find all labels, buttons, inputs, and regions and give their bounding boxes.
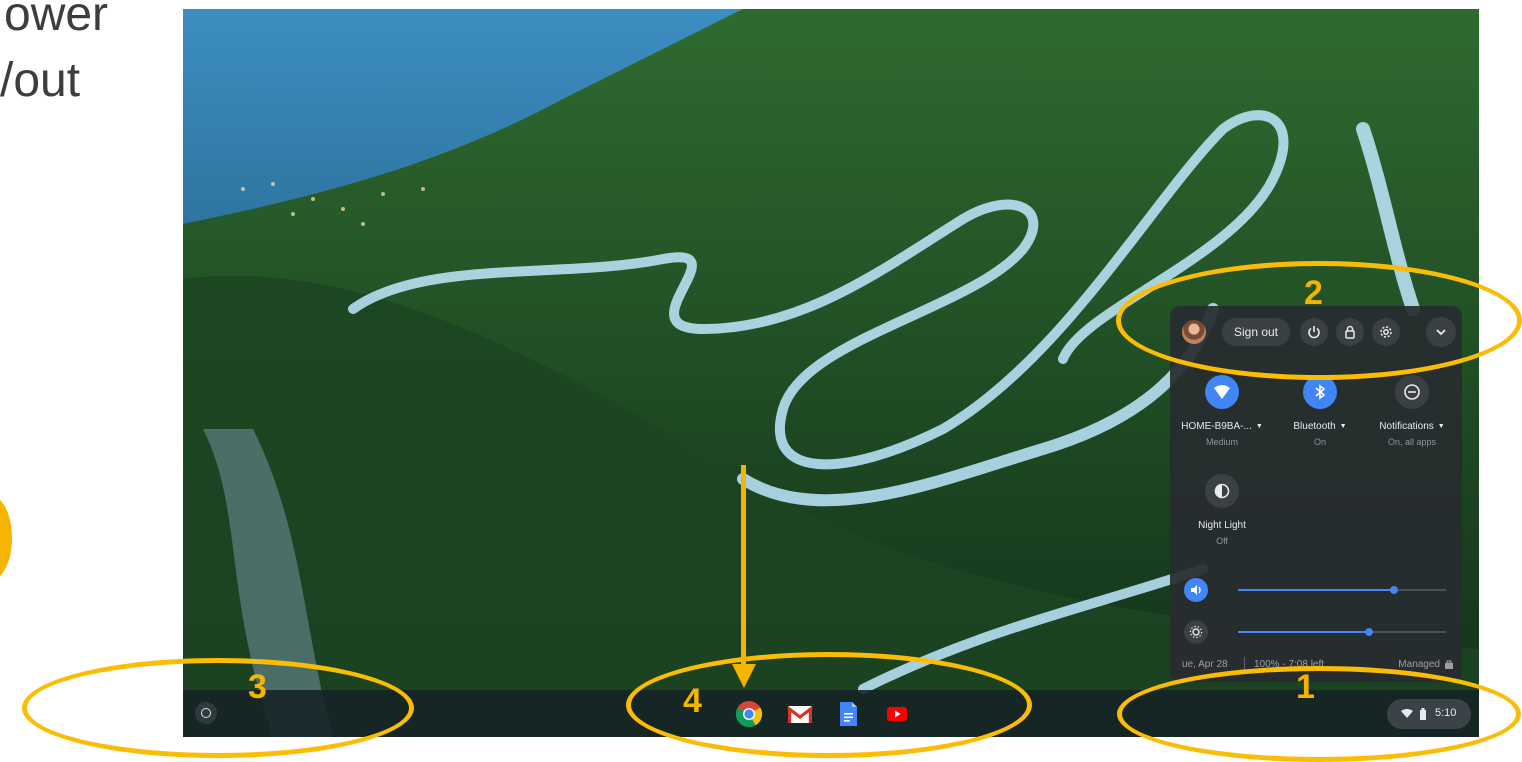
volume-button[interactable] (1184, 578, 1208, 602)
volume-slider[interactable] (1238, 586, 1446, 594)
annotation-ellipse-3 (22, 658, 414, 758)
managed-label: Managed (1398, 659, 1440, 670)
brightness-icon (1189, 625, 1203, 639)
night-light-icon (1214, 483, 1230, 499)
night-light-tile-button[interactable] (1205, 474, 1239, 508)
wifi-label: HOME-B9BA-... ▼ (1181, 421, 1263, 432)
volume-slider-thumb[interactable] (1390, 586, 1398, 594)
annotation-arrow-head (732, 664, 756, 688)
notifications-label: Notifications ▼ (1379, 421, 1445, 432)
brightness-slider[interactable] (1238, 628, 1446, 636)
volume-slider-row (1184, 578, 1450, 602)
volume-slider-fill (1238, 589, 1394, 591)
slide-text: ower /out (0, 0, 182, 114)
night-light-sublabel: Off (1216, 536, 1228, 546)
slide-badge (0, 496, 12, 580)
wifi-sublabel: Medium (1205, 437, 1238, 447)
managed-icon (1445, 660, 1453, 669)
volume-icon (1191, 585, 1201, 595)
do-not-disturb-icon (1404, 384, 1420, 400)
annotation-label-3: 3 (248, 668, 267, 706)
bluetooth-sublabel: On (1313, 437, 1326, 447)
date-label[interactable]: ue, Apr 28 (1182, 659, 1228, 670)
tile-night-light[interactable]: Night Light Off (1174, 474, 1270, 546)
slide-line-1: ower (4, 0, 109, 41)
slide-line-2: /out (0, 54, 81, 107)
bluetooth-tile-button[interactable] (1303, 375, 1337, 409)
brightness-button[interactable] (1184, 620, 1208, 644)
bluetooth-label: Bluetooth ▼ (1293, 421, 1347, 432)
annotation-arrow (741, 465, 746, 670)
annotation-label-2: 2 (1304, 274, 1323, 312)
notifications-tile-button[interactable] (1395, 375, 1429, 409)
brightness-slider-thumb[interactable] (1365, 628, 1374, 636)
annotation-label-1: 1 (1296, 668, 1315, 706)
wifi-tile-button[interactable] (1205, 375, 1239, 409)
notifications-sublabel: On, all apps (1387, 437, 1437, 447)
annotation-ellipse-1 (1117, 666, 1521, 762)
brightness-slider-row (1184, 620, 1450, 644)
tile-bluetooth[interactable]: Bluetooth ▼ On (1272, 375, 1368, 447)
bluetooth-icon (1315, 384, 1326, 400)
annotation-label-4: 4 (683, 682, 702, 720)
wifi-icon (1214, 385, 1230, 399)
night-light-label: Night Light (1198, 520, 1246, 531)
tile-notifications[interactable]: Notifications ▼ On, all apps (1364, 375, 1460, 447)
tile-wifi[interactable]: HOME-B9BA-... ▼ Medium (1174, 375, 1270, 447)
brightness-slider-fill (1238, 631, 1370, 633)
